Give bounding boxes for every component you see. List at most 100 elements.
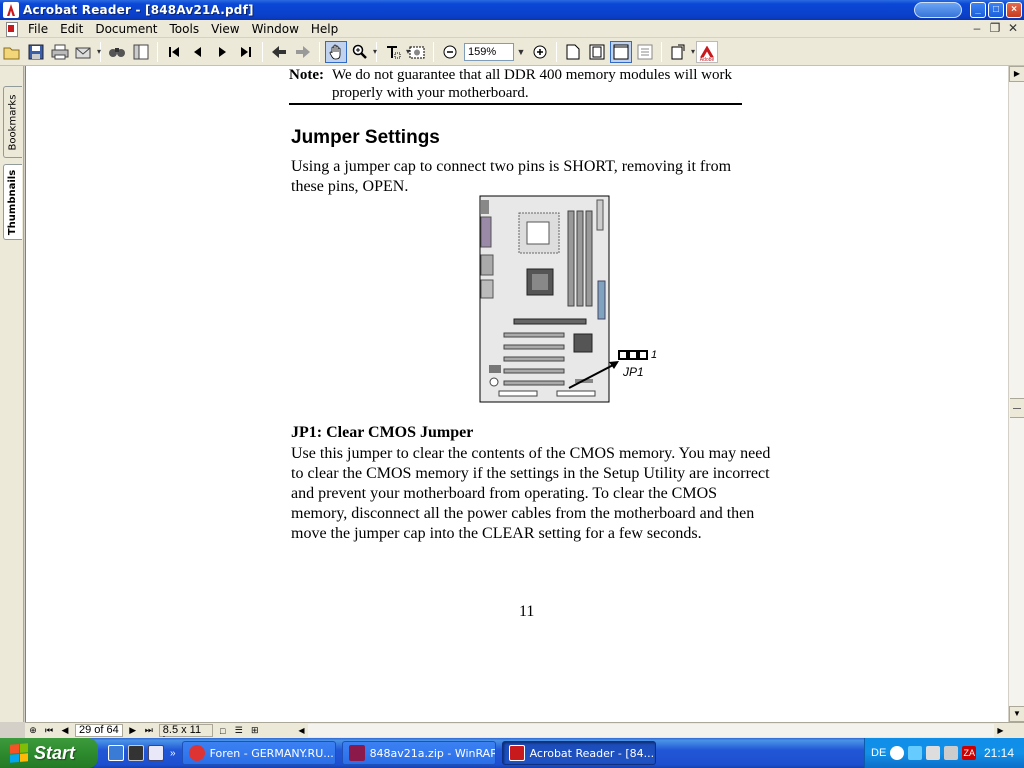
scroll-up-button[interactable]: ▶ <box>1009 66 1024 82</box>
document-icon[interactable] <box>4 21 18 37</box>
task-acrobat[interactable]: Acrobat Reader - [84... <box>501 741 656 765</box>
doc-close-button[interactable]: ✕ <box>1006 21 1020 35</box>
acrobat-app-icon[interactable] <box>3 2 19 18</box>
task-winrar-label: 848av21a.zip - WinRAR <box>369 746 496 760</box>
find-icon[interactable] <box>106 41 128 63</box>
tab-bookmarks[interactable]: Bookmarks <box>3 86 22 158</box>
quick-launch-window-icon[interactable] <box>148 745 164 761</box>
scroll-right-button[interactable]: ▶ <box>994 724 1007 737</box>
pdf-page: Note: We do not guarantee that all DDR 4… <box>36 66 996 722</box>
facing-layout-icon[interactable]: ⊞ <box>248 724 262 737</box>
toolbar-separator <box>157 41 158 62</box>
maximize-button[interactable]: □ <box>988 2 1004 18</box>
actual-size-icon[interactable] <box>562 41 584 63</box>
tray-monitor-icon[interactable] <box>944 746 959 760</box>
text-select-tool-icon[interactable] <box>382 41 410 63</box>
tray-app-icon[interactable] <box>926 746 941 760</box>
menu-edit[interactable]: Edit <box>54 22 89 36</box>
status-bar: ⊕ ⏮ ◀ 29 of 64 ▶ ⏭ 8.5 x 11 in □ ☰ ⊞ ◀ ▶ <box>25 722 1024 747</box>
scroll-thumb[interactable] <box>1010 398 1024 418</box>
menu-view[interactable]: View <box>205 22 245 36</box>
horizontal-rule <box>289 103 742 105</box>
status-prev-page-button[interactable]: ◀ <box>58 724 72 737</box>
first-page-icon[interactable] <box>163 41 185 63</box>
continuous-layout-icon[interactable]: ☰ <box>232 724 246 737</box>
save-icon[interactable] <box>25 41 47 63</box>
toolbar-separator <box>556 41 557 62</box>
show-desktop-icon[interactable] <box>108 745 124 761</box>
navigation-pane: Bookmarks Thumbnails <box>0 66 24 722</box>
status-first-page-button[interactable]: ⏮ <box>42 724 56 737</box>
page-indicator-field[interactable]: 29 of 64 <box>75 724 123 737</box>
title-bar[interactable]: Acrobat Reader - [848Av21A.pdf] _ □ × <box>0 0 1024 20</box>
acrobat-icon <box>508 745 525 761</box>
show-hide-navigation-icon[interactable] <box>130 41 152 63</box>
intro-paragraph: Using a jumper cap to connect two pins i… <box>291 158 732 195</box>
start-button[interactable]: Start <box>0 738 98 768</box>
scroll-down-button[interactable]: ▼ <box>1009 706 1024 722</box>
minimize-button[interactable]: _ <box>970 2 986 18</box>
vertical-scrollbar[interactable]: ▶ ▼ <box>1008 66 1024 722</box>
status-last-page-button[interactable]: ⏭ <box>142 724 156 737</box>
doc-minimize-button[interactable]: – <box>970 21 984 35</box>
doc-restore-button[interactable]: ❐ <box>988 21 1002 35</box>
document-view[interactable]: Note: We do not guarantee that all DDR 4… <box>25 66 1008 722</box>
status-next-page-button[interactable]: ▶ <box>126 724 140 737</box>
zoom-tool-icon[interactable] <box>349 41 377 63</box>
task-browser-label: Foren - GERMANY.RU... <box>209 746 334 760</box>
next-page-icon[interactable] <box>211 41 233 63</box>
zoom-level-field[interactable]: 159% <box>464 42 514 61</box>
tray-network-icon[interactable] <box>908 746 923 760</box>
rotate-view-icon[interactable] <box>667 41 695 63</box>
print-icon[interactable] <box>49 41 71 63</box>
snapshot-tool-icon[interactable] <box>406 41 428 63</box>
horizontal-scrollbar[interactable]: ◀ ▶ <box>295 724 1007 737</box>
window-controls: _ □ × <box>914 2 1022 18</box>
tab-bookmarks-label: Bookmarks <box>7 94 19 150</box>
jp1-title: JP1: Clear CMOS Jumper <box>291 424 474 441</box>
toolbar-separator <box>262 41 263 62</box>
menu-help[interactable]: Help <box>305 22 344 36</box>
previous-page-icon[interactable] <box>187 41 209 63</box>
quick-launch: » <box>108 745 176 761</box>
toolbar-separator <box>319 41 320 62</box>
page-menu-icon[interactable]: ⊕ <box>26 724 40 737</box>
close-button[interactable]: × <box>1006 2 1022 18</box>
zoom-out-icon[interactable] <box>439 41 461 63</box>
adobe-logo-icon[interactable]: Adobe <box>696 40 718 63</box>
menu-tools[interactable]: Tools <box>164 22 206 36</box>
tray-expand-icon[interactable] <box>890 746 905 760</box>
go-forward-icon[interactable] <box>292 41 314 63</box>
go-back-icon[interactable] <box>268 41 290 63</box>
zonealarm-icon[interactable]: ZA <box>962 746 977 760</box>
page-size-field: 8.5 x 11 in <box>158 724 213 747</box>
winrar-icon <box>348 745 365 761</box>
task-browser[interactable]: Foren - GERMANY.RU... <box>181 741 336 765</box>
note-label: Note: <box>289 67 324 83</box>
open-icon[interactable] <box>1 41 23 63</box>
menu-file[interactable]: File <box>22 22 54 36</box>
windows-logo-icon <box>10 743 28 763</box>
tab-thumbnails-label: Thumbnails <box>7 169 19 235</box>
tab-thumbnails[interactable]: Thumbnails <box>3 164 22 240</box>
quick-launch-app-icon[interactable] <box>128 745 144 761</box>
language-bar-icon[interactable] <box>914 2 962 18</box>
zoom-in-icon[interactable] <box>529 41 551 63</box>
quick-launch-more-icon[interactable]: » <box>170 748 176 759</box>
menu-window[interactable]: Window <box>246 22 305 36</box>
language-indicator[interactable]: DE <box>871 747 886 759</box>
zoom-dropdown-icon[interactable]: ▼ <box>514 47 528 57</box>
last-page-icon[interactable] <box>235 41 257 63</box>
task-winrar[interactable]: 848av21a.zip - WinRAR <box>341 741 496 765</box>
menu-document[interactable]: Document <box>89 22 163 36</box>
fit-visible-icon[interactable] <box>634 41 656 63</box>
menu-bar: File Edit Document Tools View Window Hel… <box>0 20 1024 38</box>
scroll-left-button[interactable]: ◀ <box>295 724 308 737</box>
hand-tool-icon[interactable] <box>325 40 347 63</box>
fit-page-icon[interactable] <box>586 41 608 63</box>
task-acrobat-label: Acrobat Reader - [84... <box>529 746 655 760</box>
fit-width-icon[interactable] <box>610 40 632 63</box>
email-icon[interactable] <box>73 41 101 63</box>
taskbar: Start » Foren - GERMANY.RU... 848av21a.z… <box>0 738 1024 768</box>
single-page-layout-icon[interactable]: □ <box>216 724 230 737</box>
